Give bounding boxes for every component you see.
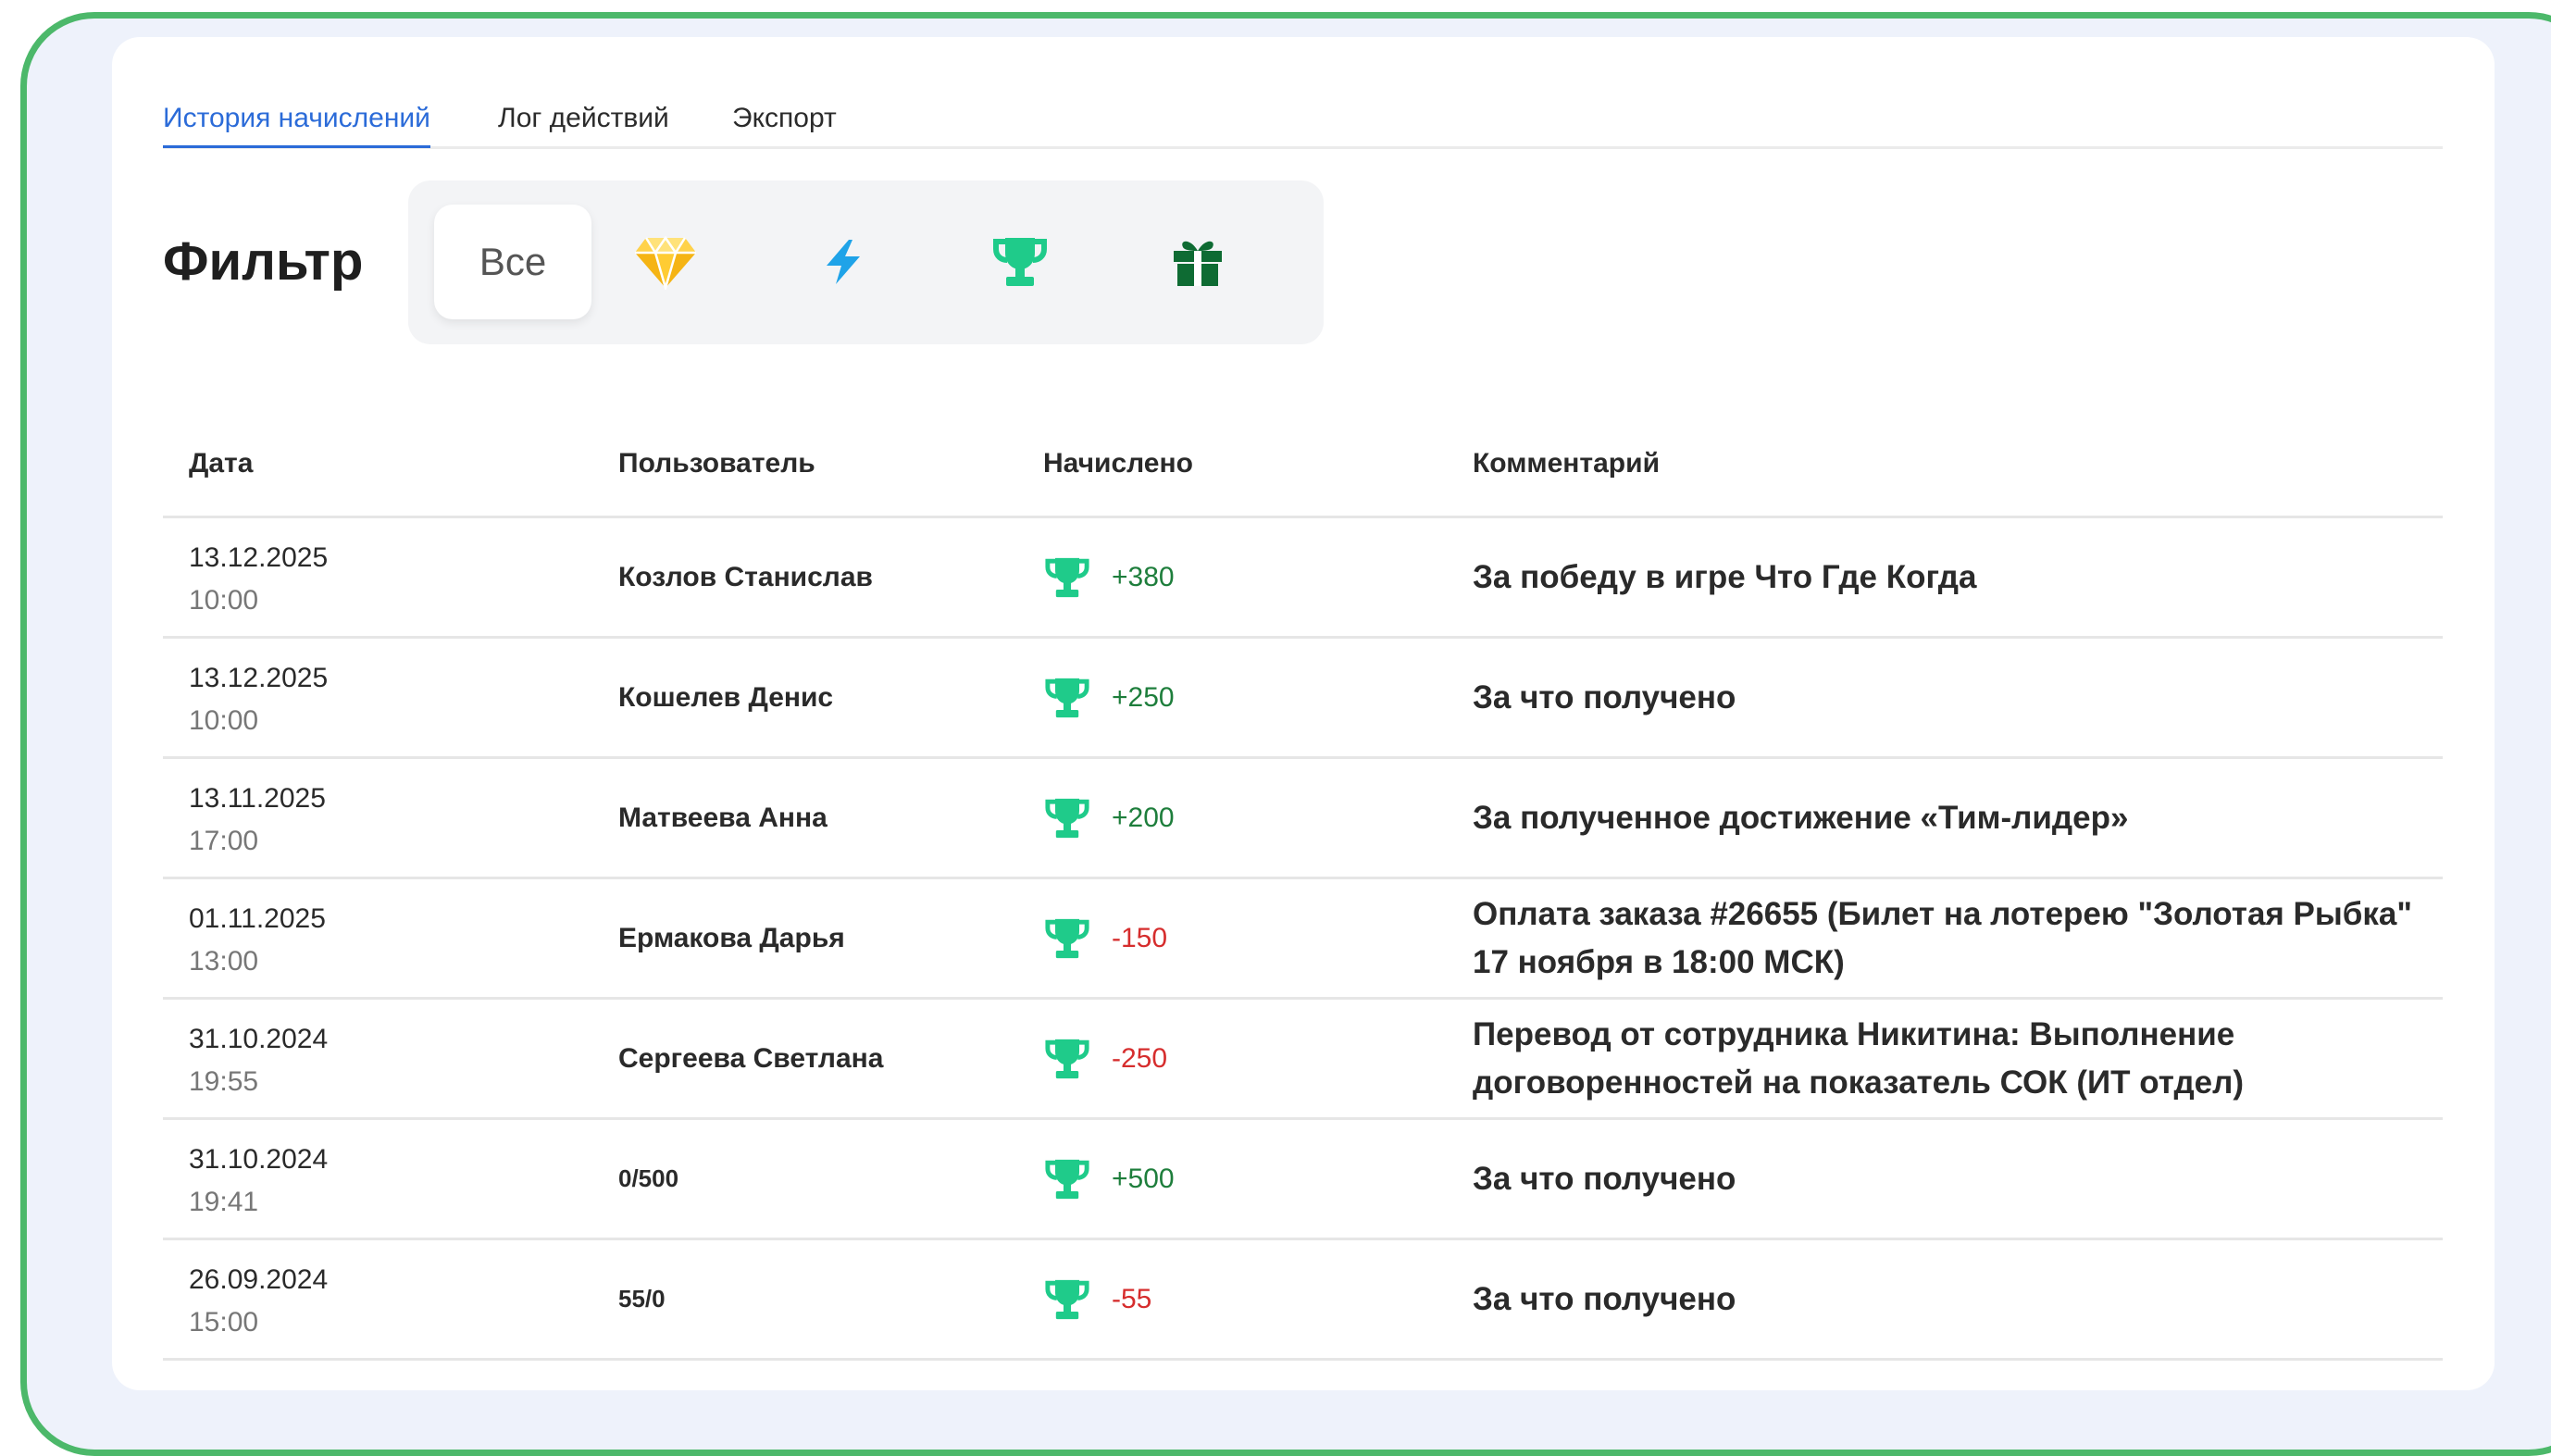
date-value: 31.10.2024: [189, 1144, 329, 1175]
date-value: 01.11.2025: [189, 903, 326, 934]
user-name: Ермакова Дарья: [618, 922, 845, 953]
amount-value: +380: [1112, 561, 1175, 592]
trophy-icon: [1045, 678, 1089, 717]
date-value: 13.12.2025: [189, 542, 329, 573]
comment-text: Перевод от сотрудника Никитина: Выполнен…: [1473, 1015, 2245, 1101]
trophy-icon: [1045, 798, 1089, 838]
date-value: 13.12.2025: [189, 663, 329, 693]
amount-value: +500: [1112, 1163, 1175, 1194]
tab-bar: История начислений Лог действий Экспорт: [163, 81, 2443, 149]
comment-text: За что получено: [1473, 1160, 1736, 1197]
user-name: Матвеева Анна: [618, 802, 828, 833]
comment-text: За победу в игре Что Где Когда: [1473, 558, 1977, 595]
date-cell: 13.12.2025 10:00: [189, 537, 328, 622]
accruals-table: Дата Пользователь Начислено Комментарий …: [163, 403, 2443, 1361]
time-value: 17:00: [189, 826, 259, 856]
table-row: 13.12.2025 10:00 Козлов Станислав +380 З…: [163, 518, 2443, 639]
filter-all-button[interactable]: Все: [434, 205, 591, 319]
filter-title: Фильтр: [163, 231, 364, 292]
time-value: 15:00: [189, 1307, 259, 1338]
trophy-icon: [1045, 1039, 1089, 1078]
date-value: 13.11.2025: [189, 783, 326, 814]
amount-cell: -150: [1043, 879, 1167, 997]
comment-text: Оплата заказа #26655 (Билет на лотерею "…: [1473, 895, 2412, 980]
table-row: 31.10.2024 19:41 0/500 +500 За что получ…: [163, 1120, 2443, 1240]
date-cell: 31.10.2024 19:41: [189, 1139, 328, 1224]
time-value: 19:41: [189, 1187, 259, 1217]
tab-accrual-history[interactable]: История начислений: [163, 100, 430, 148]
header-user: Пользователь: [618, 448, 815, 479]
header-amount: Начислено: [1043, 448, 1193, 479]
filter-gift-button[interactable]: [1159, 223, 1237, 301]
filter-trophy-button[interactable]: [981, 223, 1059, 301]
amount-value: -150: [1112, 922, 1168, 953]
filter-lightning-button[interactable]: [804, 223, 882, 301]
date-cell: 01.11.2025 13:00: [189, 898, 326, 983]
diamond-icon: [635, 235, 696, 290]
amount-cell: +380: [1043, 518, 1175, 636]
time-value: 10:00: [189, 705, 259, 736]
trophy-icon: [1045, 557, 1089, 597]
trophy-icon: [993, 238, 1047, 286]
time-value: 13:00: [189, 946, 259, 977]
amount-value: +200: [1112, 802, 1175, 833]
comment-text: За полученное достижение «Тим-лидер»: [1473, 799, 2129, 836]
user-name: Сергеева Светлана: [618, 1042, 884, 1074]
date-cell: 13.12.2025 10:00: [189, 657, 328, 742]
user-name: 0/500: [618, 1164, 679, 1192]
table-row: 01.11.2025 13:00 Ермакова Дарья -150 Опл…: [163, 879, 2443, 1000]
date-value: 26.09.2024: [189, 1264, 329, 1295]
amount-value: -55: [1112, 1283, 1152, 1314]
user-name: Козлов Станислав: [618, 561, 873, 592]
trophy-icon: [1045, 1159, 1089, 1199]
user-name: Кошелев Денис: [618, 681, 834, 713]
amount-cell: +200: [1043, 759, 1175, 877]
gift-icon: [1174, 241, 1222, 286]
table-header: Дата Пользователь Начислено Комментарий: [163, 403, 2443, 518]
tab-export[interactable]: Экспорт: [732, 100, 837, 137]
date-value: 31.10.2024: [189, 1024, 329, 1054]
header-comment: Комментарий: [1473, 448, 1661, 479]
header-date: Дата: [189, 448, 254, 479]
content-card: История начислений Лог действий Экспорт …: [112, 37, 2495, 1390]
amount-cell: -250: [1043, 1000, 1167, 1117]
comment-text: За что получено: [1473, 1280, 1736, 1317]
amount-cell: +250: [1043, 639, 1175, 756]
trophy-icon: [1045, 918, 1089, 958]
date-cell: 13.11.2025 17:00: [189, 778, 326, 863]
comment-text: За что получено: [1473, 678, 1736, 716]
app-frame: История начислений Лог действий Экспорт …: [20, 12, 2551, 1456]
filter-group: Все: [408, 180, 1324, 344]
filter-diamond-button[interactable]: [627, 223, 704, 301]
tab-action-log[interactable]: Лог действий: [498, 100, 669, 137]
table-row: 31.10.2024 19:55 Сергеева Светлана -250 …: [163, 1000, 2443, 1120]
time-value: 19:55: [189, 1066, 259, 1097]
lightning-icon: [827, 240, 860, 284]
table-row: 13.12.2025 10:00 Кошелев Денис +250 За ч…: [163, 639, 2443, 759]
table-row: 26.09.2024 15:00 55/0 -55 За что получен…: [163, 1240, 2443, 1361]
amount-cell: -55: [1043, 1240, 1151, 1358]
trophy-icon: [1045, 1279, 1089, 1319]
table-row: 13.11.2025 17:00 Матвеева Анна +200 За п…: [163, 759, 2443, 879]
amount-value: -250: [1112, 1042, 1168, 1074]
amount-value: +250: [1112, 681, 1175, 713]
time-value: 10:00: [189, 585, 259, 616]
date-cell: 26.09.2024 15:00: [189, 1259, 328, 1344]
amount-cell: +500: [1043, 1120, 1175, 1238]
date-cell: 31.10.2024 19:55: [189, 1018, 328, 1103]
user-name: 55/0: [618, 1285, 666, 1313]
